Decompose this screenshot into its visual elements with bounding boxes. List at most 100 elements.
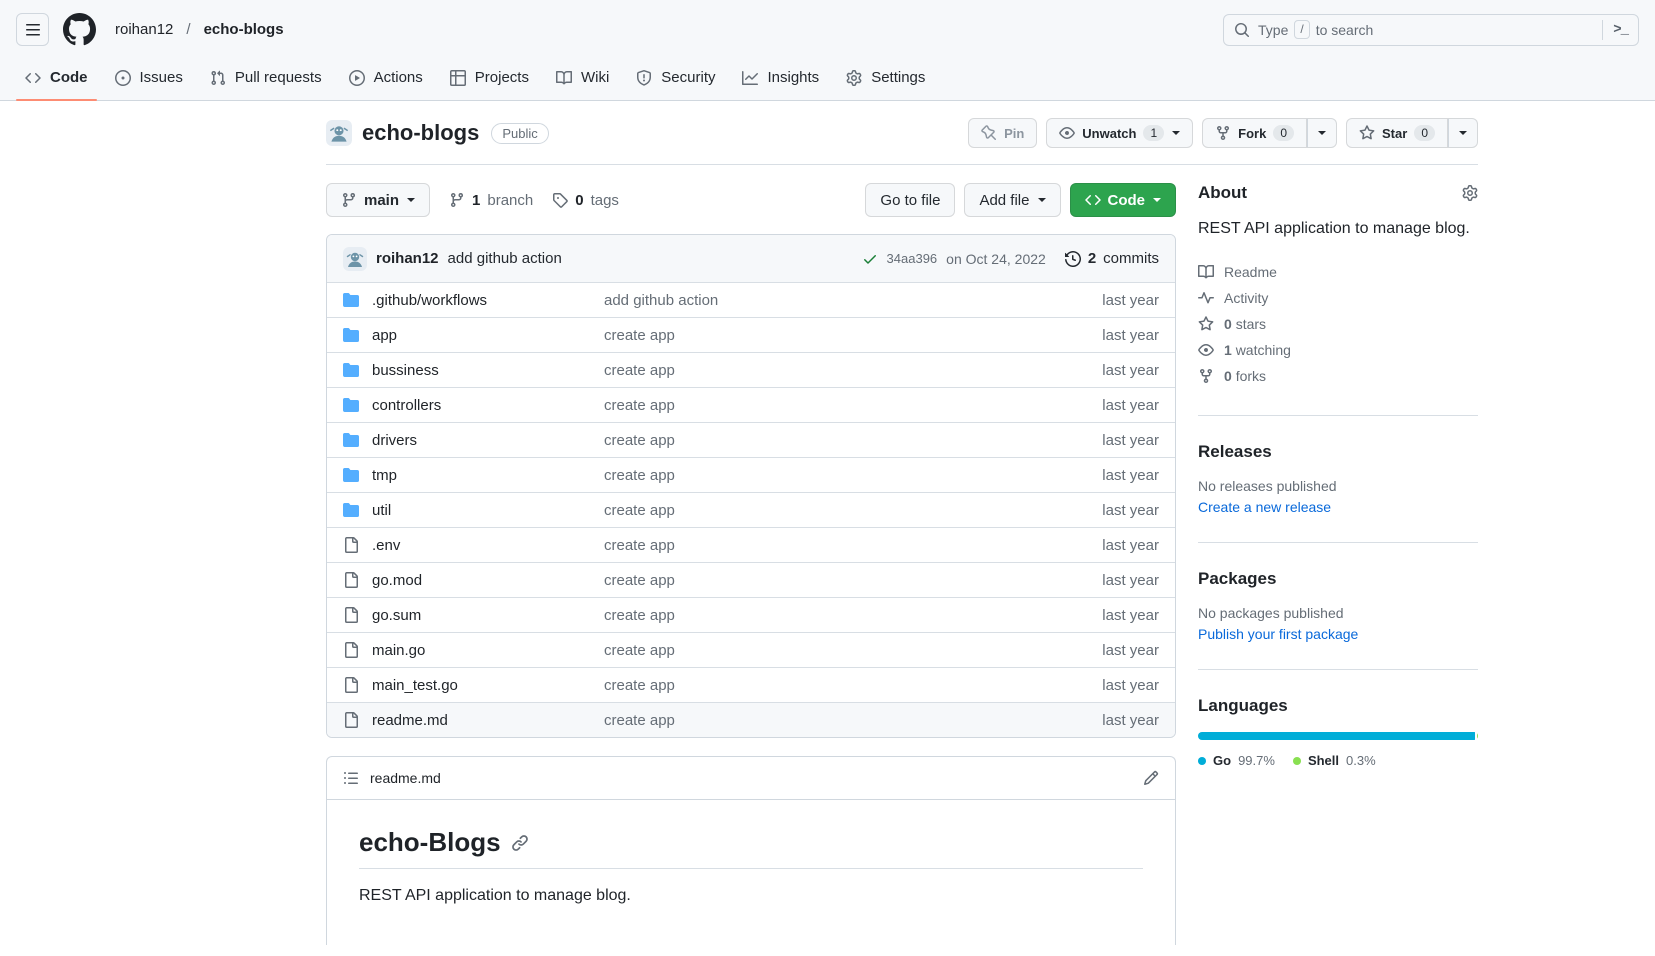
file-name-link[interactable]: main.go	[372, 642, 604, 659]
file-commit-message-link[interactable]: add github action	[604, 292, 1029, 309]
file-name-link[interactable]: util	[372, 502, 604, 519]
file-row: main_test.go create app last year	[327, 667, 1175, 702]
file-commit-message-link[interactable]: create app	[604, 432, 1029, 449]
about-item-label: stars	[1236, 316, 1266, 332]
tab-wiki[interactable]: Wiki	[547, 55, 618, 100]
branches-link[interactable]: 1 branch	[449, 192, 533, 209]
link-icon[interactable]	[511, 834, 529, 852]
list-unordered-icon[interactable]	[343, 770, 359, 786]
global-search-input[interactable]: Type / to search >_	[1223, 14, 1639, 46]
fork-dropdown-button[interactable]	[1307, 118, 1337, 148]
file-name-link[interactable]: go.mod	[372, 572, 604, 589]
unwatch-label: Unwatch	[1082, 126, 1136, 141]
sidebar-activity-link[interactable]: Activity	[1198, 285, 1478, 311]
repo-title[interactable]: echo-blogs	[362, 120, 479, 146]
file-name-link[interactable]: .env	[372, 537, 604, 554]
tab-settings[interactable]: Settings	[837, 55, 934, 100]
tab-actions[interactable]: Actions	[340, 55, 432, 100]
main-column: main 1 branch 0 tags Go to file	[326, 183, 1176, 945]
file-name-link[interactable]: readme.md	[372, 712, 604, 729]
file-age: last year	[1029, 712, 1159, 729]
file-name-link[interactable]: main_test.go	[372, 677, 604, 694]
file-name-link[interactable]: bussiness	[372, 362, 604, 379]
code-icon	[1085, 192, 1101, 208]
sidebar-forks-link[interactable]: 0 forks	[1198, 363, 1478, 389]
file-commit-message-link[interactable]: create app	[604, 607, 1029, 624]
file-commit-message-link[interactable]: create app	[604, 677, 1029, 694]
breadcrumb-owner-link[interactable]: roihan12	[111, 19, 177, 40]
star-dropdown-button[interactable]	[1448, 118, 1478, 148]
go-to-file-button[interactable]: Go to file	[865, 183, 955, 217]
tab-issues[interactable]: Issues	[106, 55, 192, 100]
language-legend: Go 99.7% Shell 0.3%	[1198, 753, 1478, 768]
file-commit-message-link[interactable]: create app	[604, 327, 1029, 344]
file-commit-message-link[interactable]: create app	[604, 537, 1029, 554]
chain-link-icon	[511, 834, 529, 852]
search-icon	[1234, 22, 1250, 38]
commit-author-link[interactable]: roihan12	[376, 250, 439, 267]
tags-link[interactable]: 0 tags	[552, 192, 619, 209]
tab-code[interactable]: Code	[16, 55, 97, 100]
create-release-link[interactable]: Create a new release	[1198, 499, 1331, 515]
releases-title[interactable]: Releases	[1198, 442, 1478, 462]
readme-filename[interactable]: readme.md	[370, 770, 441, 786]
about-item-label: watching	[1236, 342, 1291, 358]
commit-author-avatar[interactable]	[343, 247, 367, 271]
owner-avatar[interactable]	[326, 120, 352, 146]
sidebar-stars-link[interactable]: 0 stars	[1198, 311, 1478, 337]
file-list: .github/workflows add github action last…	[327, 282, 1175, 737]
file-name-link[interactable]: app	[372, 327, 604, 344]
star-button[interactable]: Star 0	[1346, 118, 1448, 148]
file-name-link[interactable]: .github/workflows	[372, 292, 604, 309]
go-to-file-label: Go to file	[880, 192, 940, 209]
shell-color-dot	[1293, 757, 1301, 765]
file-name-link[interactable]: tmp	[372, 467, 604, 484]
file-commit-message-link[interactable]: create app	[604, 712, 1029, 729]
language-go-link[interactable]: Go 99.7%	[1198, 753, 1275, 768]
file-commit-message-link[interactable]: create app	[604, 467, 1029, 484]
tab-pull-requests[interactable]: Pull requests	[201, 55, 331, 100]
code-button[interactable]: Code	[1070, 183, 1177, 217]
file-commit-message-link[interactable]: create app	[604, 397, 1029, 414]
chevron-down-icon	[1459, 131, 1467, 139]
breadcrumb-separator: /	[186, 21, 190, 38]
sidebar: About REST API application to manage blo…	[1198, 183, 1478, 945]
file-row: app create app last year	[327, 317, 1175, 352]
sidebar-watching-link[interactable]: 1 watching	[1198, 337, 1478, 363]
hamburger-menu-button[interactable]	[16, 13, 49, 46]
sidebar-readme-link[interactable]: Readme	[1198, 259, 1478, 285]
pin-button[interactable]: Pin	[968, 118, 1037, 148]
branch-selector-button[interactable]: main	[326, 183, 430, 217]
file-commit-message-link[interactable]: create app	[604, 502, 1029, 519]
tab-projects[interactable]: Projects	[441, 55, 538, 100]
file-name-link[interactable]: drivers	[372, 432, 604, 449]
edit-readme-button[interactable]	[1143, 770, 1159, 786]
unwatch-button[interactable]: Unwatch 1	[1046, 118, 1193, 148]
repo-description: REST API application to manage blog.	[1198, 218, 1478, 240]
releases-section: Releases No releases published Create a …	[1198, 415, 1478, 542]
commit-history-link[interactable]: 2 commits	[1065, 250, 1159, 267]
file-commit-message-link[interactable]: create app	[604, 642, 1029, 659]
tab-security[interactable]: Security	[627, 55, 724, 100]
command-palette-icon[interactable]: >_	[1613, 22, 1628, 38]
releases-empty-text: No releases published	[1198, 478, 1478, 494]
commit-sha-link[interactable]: 34aa396	[887, 251, 938, 266]
commits-label: commits	[1103, 250, 1159, 267]
file-commit-message-link[interactable]: create app	[604, 362, 1029, 379]
folder-icon	[343, 362, 359, 378]
file-row: main.go create app last year	[327, 632, 1175, 667]
publish-package-link[interactable]: Publish your first package	[1198, 626, 1358, 642]
file-commit-message-link[interactable]: create app	[604, 572, 1029, 589]
tab-insights[interactable]: Insights	[733, 55, 828, 100]
fork-button[interactable]: Fork 0	[1202, 118, 1307, 148]
commit-message-link[interactable]: add github action	[448, 250, 562, 267]
tab-label: Security	[661, 69, 715, 86]
file-name-link[interactable]: go.sum	[372, 607, 604, 624]
breadcrumb-repo-link[interactable]: echo-blogs	[200, 19, 288, 40]
file-icon	[343, 712, 359, 728]
file-name-link[interactable]: controllers	[372, 397, 604, 414]
github-logo[interactable]	[63, 13, 96, 46]
edit-about-button[interactable]	[1462, 185, 1478, 201]
add-file-button[interactable]: Add file	[964, 183, 1060, 217]
language-shell-link[interactable]: Shell 0.3%	[1293, 753, 1376, 768]
